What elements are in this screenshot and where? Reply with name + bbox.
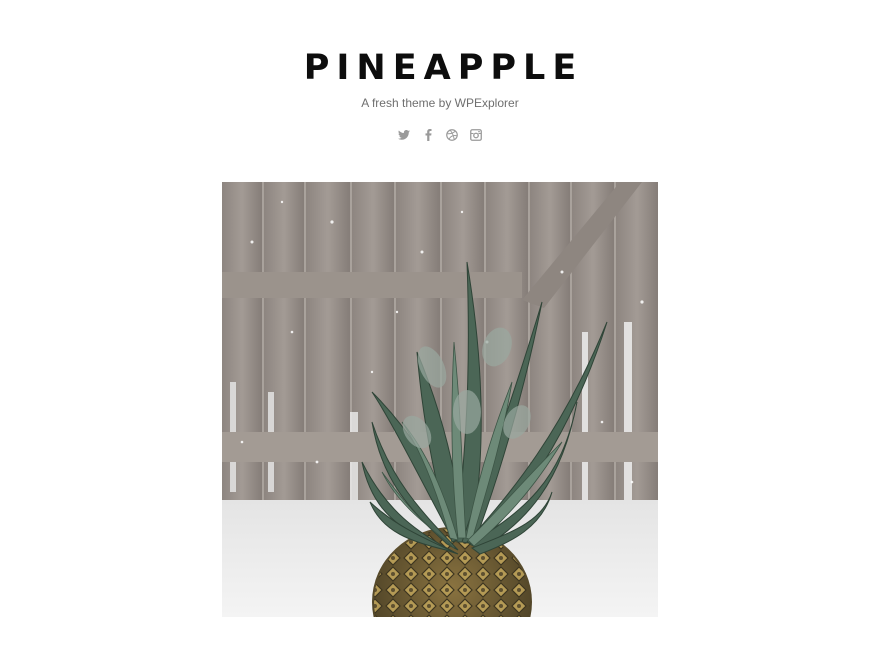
- site-title[interactable]: PINEAPPLE: [0, 48, 880, 88]
- pineapple-photo: [222, 182, 658, 617]
- dribbble-link[interactable]: [445, 126, 459, 144]
- social-links: [0, 126, 880, 144]
- facebook-icon: [425, 129, 432, 141]
- dribbble-icon: [446, 129, 458, 141]
- instagram-link[interactable]: [469, 126, 483, 144]
- twitter-icon: [398, 130, 410, 140]
- site-description: A fresh theme by WPExplorer: [361, 96, 519, 110]
- facebook-link[interactable]: [421, 126, 435, 144]
- instagram-icon: [470, 129, 482, 141]
- featured-image[interactable]: [222, 182, 658, 617]
- twitter-link[interactable]: [397, 126, 411, 144]
